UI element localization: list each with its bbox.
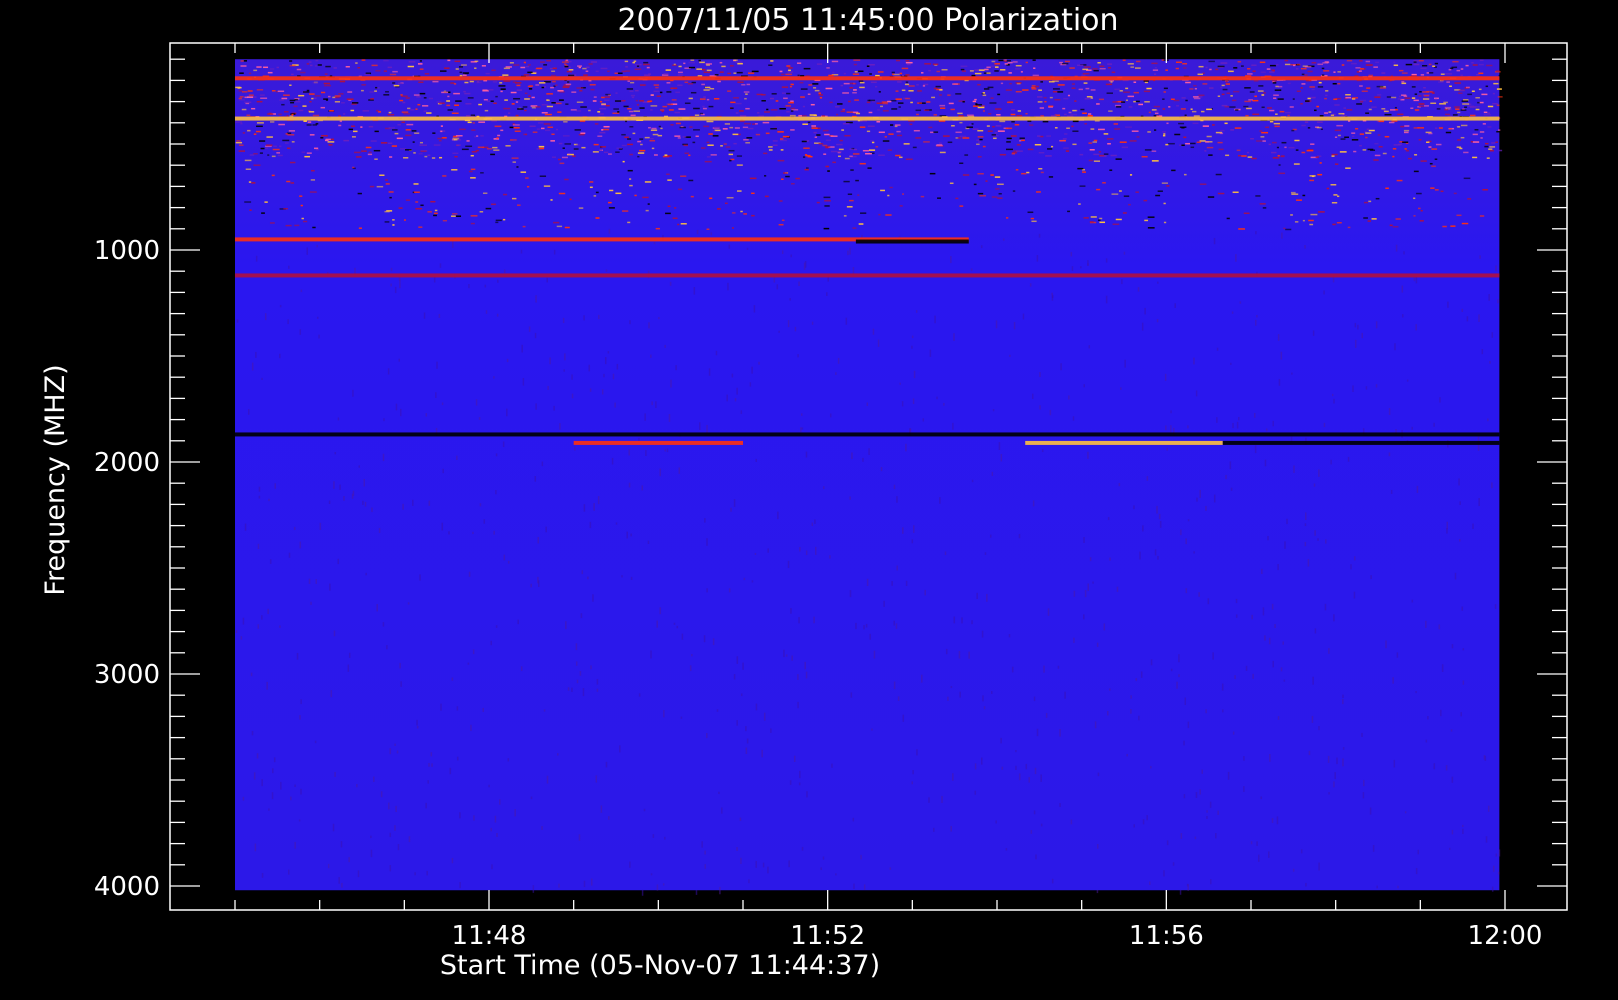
spectrogram-baseline <box>235 59 1500 891</box>
y-tick-label: 4000 <box>94 872 160 902</box>
spectral-line <box>235 76 1500 81</box>
y-tick-label: 3000 <box>94 660 160 690</box>
spectrogram-chart: 11:48 11:52 11:56 12:00 1000 2000 3000 4000 200… <box>0 0 1618 1000</box>
x-axis-label: Start Time (05-Nov-07 11:44:37) <box>440 950 880 981</box>
x-tick-label: 11:48 <box>452 921 527 951</box>
x-tick-label: 11:56 <box>1129 921 1204 951</box>
y-tick-label: 1000 <box>94 236 160 266</box>
spectral-line <box>235 116 1500 121</box>
y-axis-label: Frequency (MHZ) <box>40 364 71 595</box>
y-tick-label: 2000 <box>94 448 160 478</box>
spectral-line <box>235 432 1500 437</box>
spectral-line <box>855 239 969 244</box>
spectral-line <box>573 440 743 445</box>
spectrogram-image <box>235 59 1503 896</box>
chart-title: 2007/11/05 11:45:00 Polarization <box>617 3 1118 38</box>
spectral-line <box>1222 440 1500 445</box>
spectral-line <box>235 273 1500 278</box>
x-tick-label: 11:52 <box>790 921 865 951</box>
x-tick-label: 12:00 <box>1468 921 1543 951</box>
spectral-line <box>1025 440 1223 445</box>
